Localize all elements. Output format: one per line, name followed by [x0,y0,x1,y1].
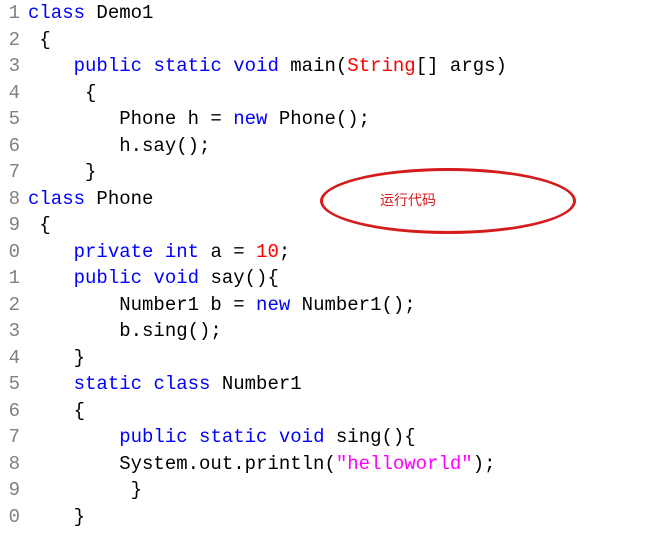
code-line: } [28,504,507,531]
line-number: 3 [0,53,20,80]
code-line: b.sing(); [28,318,507,345]
line-number: 1 [0,0,20,27]
line-number: 5 [0,106,20,133]
code-line: class Phone [28,186,507,213]
code-line: public void say(){ [28,265,507,292]
code-area: class Demo1 { public static void main(St… [24,0,507,530]
line-number: 6 [0,398,20,425]
line-number: 3 [0,318,20,345]
code-line: Phone h = new Phone(); [28,106,507,133]
line-number: 6 [0,133,20,160]
code-line: class Demo1 [28,0,507,27]
code-line: h.say(); [28,133,507,160]
code-line: { [28,80,507,107]
line-number-gutter: 1 2 3 4 5 6 7 8 9 0 1 2 3 4 5 6 7 8 9 0 [0,0,24,530]
code-line: } [28,159,507,186]
code-line: Number1 b = new Number1(); [28,292,507,319]
line-number: 5 [0,371,20,398]
line-number: 4 [0,80,20,107]
line-number: 2 [0,292,20,319]
line-number: 7 [0,159,20,186]
code-line: static class Number1 [28,371,507,398]
line-number: 0 [0,239,20,266]
code-line: public static void main(String[] args) [28,53,507,80]
code-line: } [28,345,507,372]
line-number: 7 [0,424,20,451]
line-number: 9 [0,212,20,239]
line-number: 8 [0,451,20,478]
line-number: 9 [0,477,20,504]
code-line: { [28,212,507,239]
code-line: { [28,27,507,54]
line-number: 8 [0,186,20,213]
code-line: { [28,398,507,425]
line-number: 4 [0,345,20,372]
code-editor: 1 2 3 4 5 6 7 8 9 0 1 2 3 4 5 6 7 8 9 0 … [0,0,662,530]
line-number: 1 [0,265,20,292]
code-line: public static void sing(){ [28,424,507,451]
line-number: 2 [0,27,20,54]
code-line: private int a = 10; [28,239,507,266]
line-number: 0 [0,504,20,531]
code-line: } [28,477,507,504]
code-line: System.out.println("helloworld"); [28,451,507,478]
